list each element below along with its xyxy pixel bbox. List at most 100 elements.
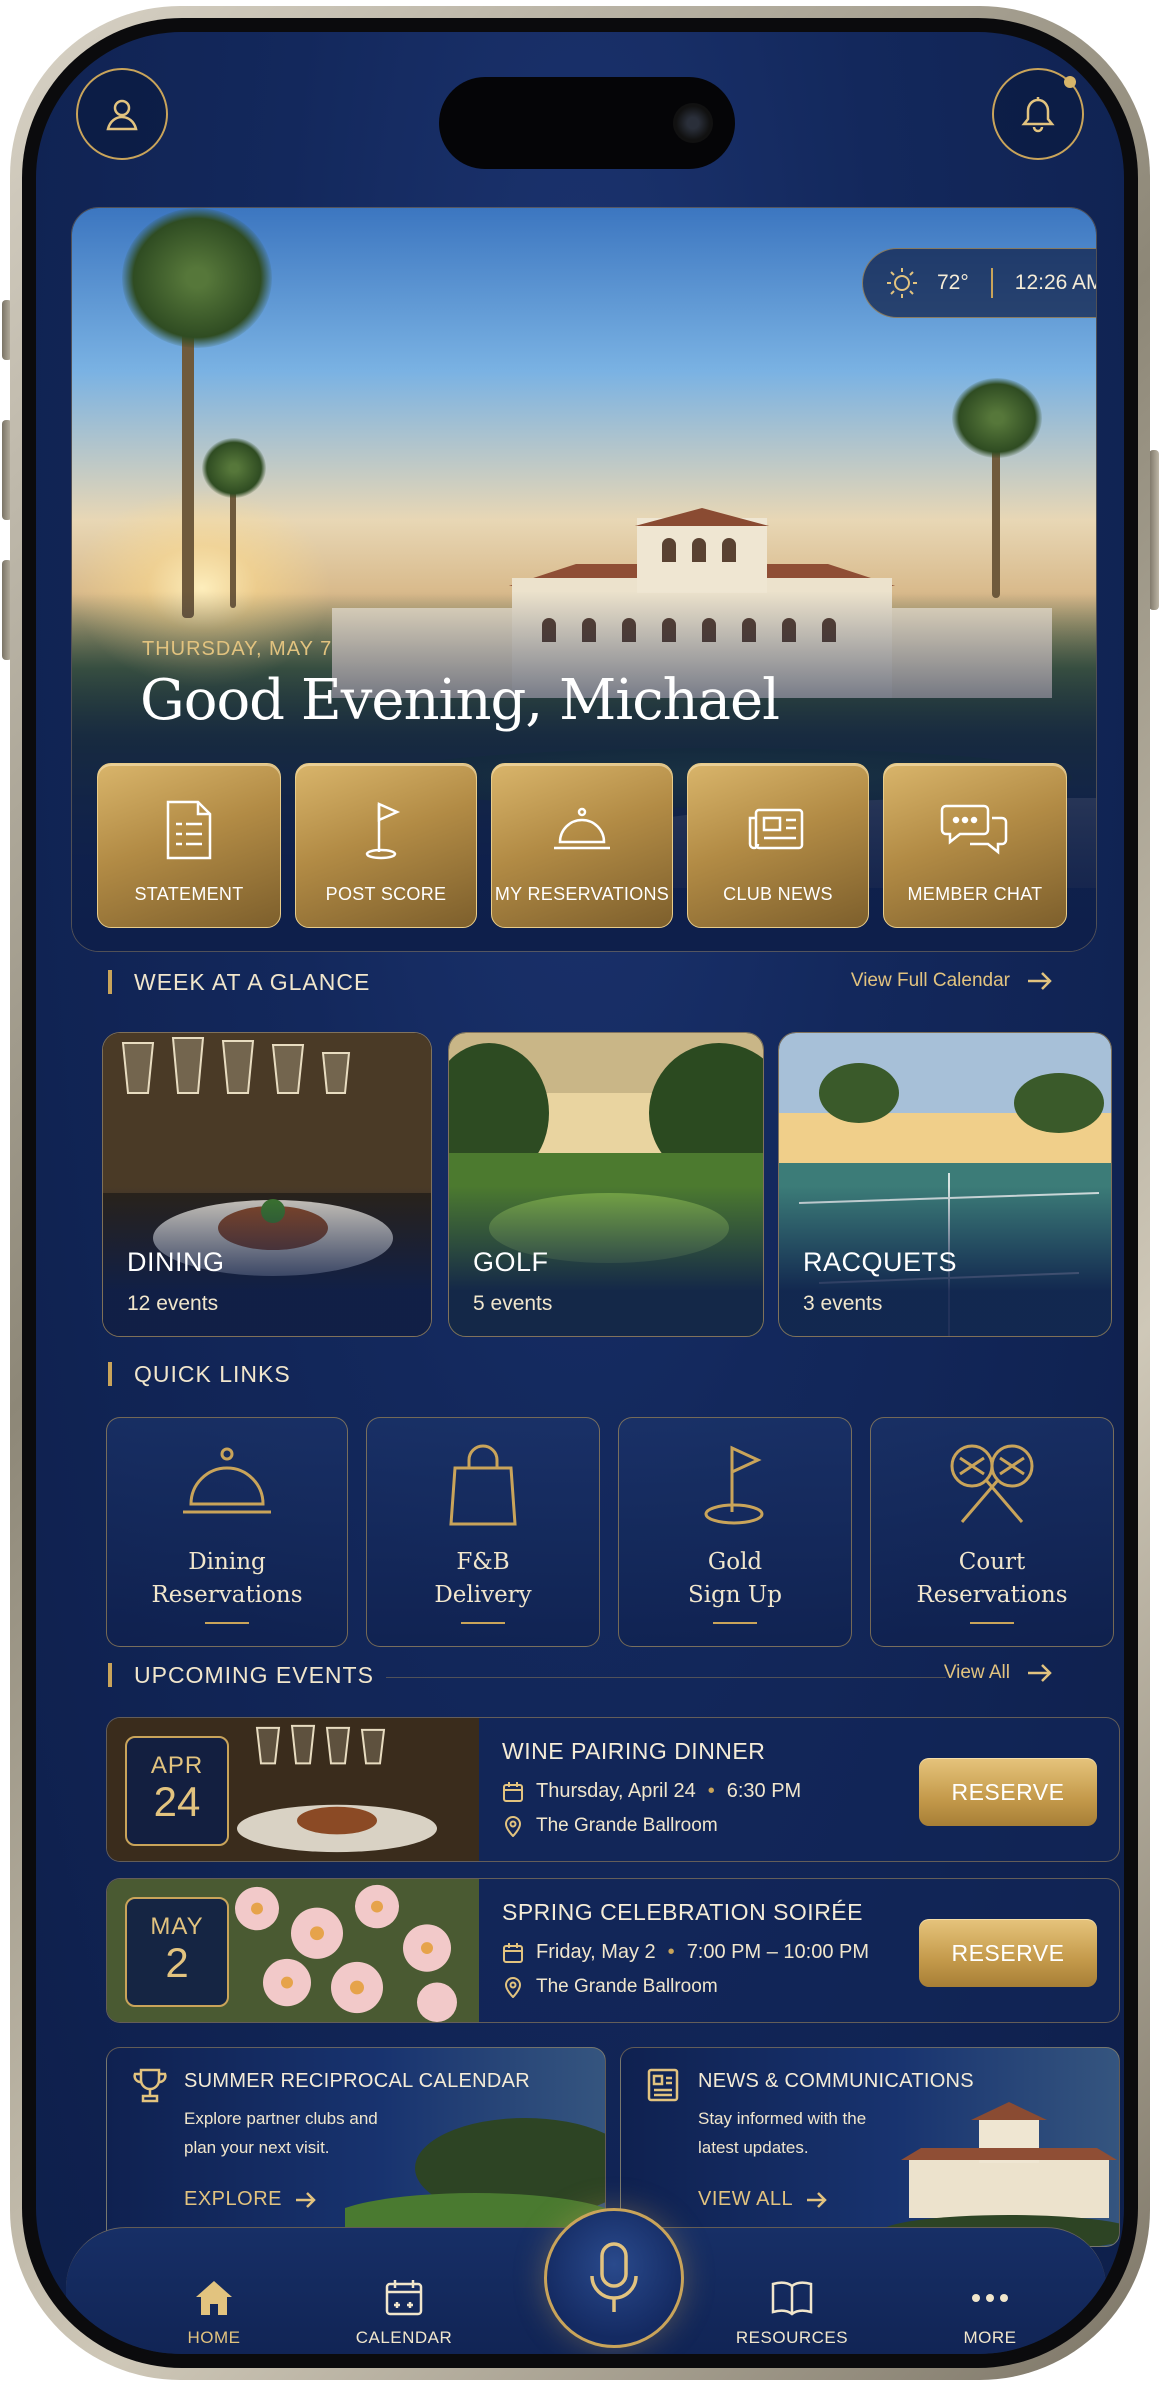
week-card-golf[interactable]: GOLF 5 events <box>448 1032 764 1337</box>
power-button <box>1149 450 1159 610</box>
notifications-button[interactable] <box>992 68 1084 160</box>
nav-more[interactable]: MORE <box>920 2278 1060 2348</box>
upcoming-events-header: UPCOMING EVENTS <box>108 1660 374 1690</box>
dining-reservations-link[interactable]: Dining Reservations <box>106 1417 348 1647</box>
app-screen: ORRA <box>36 32 1124 2354</box>
nav-resources[interactable]: RESOURCES <box>722 2278 862 2348</box>
week-card-racquets[interactable]: RACQUETS 3 events <box>778 1032 1112 1337</box>
front-camera <box>673 103 713 143</box>
newspaper-icon <box>748 808 804 850</box>
bottom-navigation: HOME CALENDAR RESOURCES MORE <box>66 2208 1106 2354</box>
quick-link-label: Gold Sign Up <box>687 1549 783 1608</box>
section-title: QUICK LINKS <box>134 1360 291 1387</box>
event-location: The Grande Ballroom <box>502 1976 718 1998</box>
member-chat-button[interactable]: MEMBER CHAT <box>883 763 1067 928</box>
section-title: WEEK AT A GLANCE <box>134 968 371 995</box>
reserve-button[interactable]: RESERVE <box>919 1919 1097 1987</box>
summer-reciprocal-promo[interactable]: SUMMER RECIPROCAL CALENDAR Explore partn… <box>106 2047 606 2247</box>
book-icon <box>771 2281 813 2316</box>
promo-title: NEWS & COMMUNICATIONS <box>698 2070 974 2092</box>
newsletter-icon <box>647 2068 679 2102</box>
week-card-count: 12 events <box>127 1292 219 1315</box>
calendar-icon <box>385 2280 423 2316</box>
nav-calendar[interactable]: CALENDAR <box>334 2278 474 2348</box>
current-date: THURSDAY, MAY 7 <box>142 638 333 660</box>
week-card-dining[interactable]: DINING 12 events <box>102 1032 432 1337</box>
fb-delivery-link[interactable]: F&B Delivery <box>366 1417 600 1647</box>
crossed-rackets-icon <box>950 1444 1034 1523</box>
week-card-title: GOLF <box>473 1247 549 1277</box>
phone-frame: ORRA <box>10 6 1150 2380</box>
bell-icon <box>1021 97 1055 133</box>
week-card-title: DINING <box>127 1247 225 1277</box>
club-news-label: CLUB NEWS <box>723 884 833 904</box>
cloche-icon <box>183 1447 271 1514</box>
sun-icon <box>887 268 917 298</box>
cloche-icon <box>554 807 610 850</box>
event-card[interactable]: MAY 2 SPRING CELEBRATION SOIRÉE Friday, … <box>106 1878 1120 2023</box>
calendar-icon <box>503 1781 523 1802</box>
week-card-count: 3 events <box>803 1292 883 1315</box>
event-location: The Grande Ballroom <box>502 1815 718 1837</box>
court-reservations-link[interactable]: Court Reservations <box>870 1417 1114 1647</box>
document-icon <box>166 800 212 860</box>
event-date-badge: APR 24 <box>125 1736 229 1846</box>
user-icon <box>106 99 138 131</box>
event-datetime: Thursday, April 24 • 6:30 PM <box>502 1780 801 1803</box>
chat-bubbles-icon <box>940 804 1008 855</box>
nav-home[interactable]: HOME <box>144 2278 284 2348</box>
arrow-right-icon <box>295 2191 316 2208</box>
arrow-right-icon <box>807 2191 827 2208</box>
time: 12:26 AM <box>1014 271 1097 294</box>
gold-sign-up-link[interactable]: Gold Sign Up <box>618 1417 852 1647</box>
golf-flag-icon <box>365 802 401 860</box>
week-card-count: 5 events <box>473 1292 553 1315</box>
view-all-news-link[interactable]: VIEW ALL <box>698 2188 829 2211</box>
location-pin-icon <box>504 1816 522 1837</box>
quick-links-header: QUICK LINKS <box>108 1359 291 1389</box>
voice-assistant-button[interactable] <box>544 2208 684 2348</box>
week-card-title: RACQUETS <box>803 1247 958 1277</box>
hero-banner: 72° 12:26 AM THURSDAY, MAY 7 Good Evenin… <box>71 207 1097 952</box>
quick-link-label: Court Reservations <box>916 1549 1068 1608</box>
promo-description: Explore partner clubs and plan your next… <box>184 2109 378 2157</box>
temperature: 72° <box>937 271 969 294</box>
promo-description: Stay informed with the latest updates. <box>698 2109 867 2157</box>
notification-dot <box>1064 76 1076 88</box>
microphone-icon <box>590 2242 638 2312</box>
greeting: Good Evening, Michael <box>140 668 780 733</box>
view-full-calendar-link[interactable]: View Full Calendar <box>851 970 1054 992</box>
my-reservations-button[interactable]: MY RESERVATIONS <box>491 763 673 928</box>
arrow-right-icon <box>1028 972 1052 990</box>
promo-title: SUMMER RECIPROCAL CALENDAR <box>184 2070 531 2092</box>
my-reservations-label: MY RESERVATIONS <box>494 884 670 904</box>
dynamic-island <box>439 77 735 169</box>
explore-link[interactable]: EXPLORE <box>184 2188 318 2211</box>
week-at-a-glance-header: WEEK AT A GLANCE <box>108 967 370 997</box>
member-chat-label: MEMBER CHAT <box>907 884 1043 904</box>
calendar-icon <box>503 1942 523 1963</box>
view-all-events-link[interactable]: View All <box>944 1662 1054 1684</box>
profile-button[interactable] <box>76 68 168 160</box>
post-score-button[interactable]: POST SCORE <box>295 763 477 928</box>
location-pin-icon <box>504 1977 522 1998</box>
event-card[interactable]: APR 24 WINE PAIRING DINNER Thursday, Apr… <box>106 1717 1120 1862</box>
quick-link-label: F&B Delivery <box>434 1549 532 1608</box>
event-title: WINE PAIRING DINNER <box>502 1738 766 1764</box>
club-news-button[interactable]: CLUB NEWS <box>687 763 869 928</box>
more-dots-icon <box>972 2294 1008 2302</box>
reserve-button[interactable]: RESERVE <box>919 1758 1097 1826</box>
statement-button[interactable]: STATEMENT <box>97 763 281 928</box>
news-communications-promo[interactable]: NEWS & COMMUNICATIONS Stay informed with… <box>620 2047 1120 2247</box>
quick-link-label: Dining Reservations <box>151 1549 303 1608</box>
event-title: SPRING CELEBRATION SOIRÉE <box>502 1899 863 1925</box>
home-icon <box>196 2281 232 2315</box>
statement-label: STATEMENT <box>134 884 244 904</box>
trophy-icon <box>133 2068 167 2103</box>
phone-bezel: ORRA <box>22 18 1138 2368</box>
event-date-badge: MAY 2 <box>125 1897 229 2007</box>
section-title: UPCOMING EVENTS <box>134 1661 374 1688</box>
post-score-label: POST SCORE <box>325 884 447 904</box>
event-datetime: Friday, May 2 • 7:00 PM – 10:00 PM <box>502 1941 869 1964</box>
arrow-right-icon <box>1028 1664 1052 1682</box>
